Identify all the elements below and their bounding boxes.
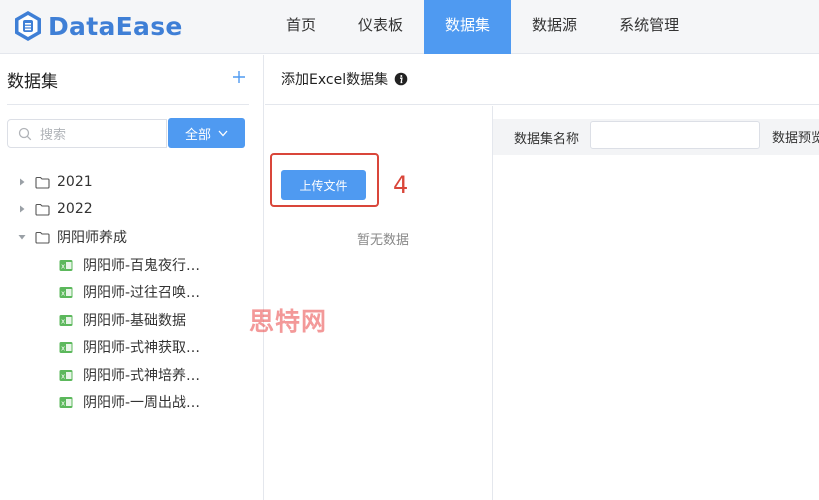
nav-dataset[interactable]: 数据集 [424, 0, 512, 54]
sidebar-title: 数据集 [7, 72, 58, 92]
nav-home[interactable]: 首页 [265, 0, 337, 54]
watermark: 思特网 [249, 307, 328, 336]
excel-file-icon: x [59, 341, 73, 353]
folder-icon [35, 231, 50, 244]
dataset-name-bar: 数据集名称 数据预览 [493, 119, 819, 155]
top-header: DataEase 首页 仪表板 数据集 数据源 系统管理 [0, 0, 819, 54]
dataset-name-label: 数据集名称 [514, 132, 580, 147]
step-number-annotation: 4 [393, 171, 409, 199]
filter-dropdown[interactable]: 全部 [168, 118, 245, 148]
nav-dashboard[interactable]: 仪表板 [337, 0, 424, 54]
tree-dataset-item[interactable]: x 阴阳师-式神培养… [59, 363, 200, 387]
caret-right-icon[interactable] [17, 204, 27, 214]
svg-text:x: x [61, 344, 65, 352]
logo[interactable]: DataEase [12, 6, 183, 46]
search-input[interactable]: 搜索 [7, 119, 167, 148]
svg-text:x: x [61, 399, 65, 407]
tree-item-label: 阴阳师-式神培养… [83, 368, 201, 384]
folder-icon [35, 176, 50, 189]
tree-folder-yinyangshi[interactable]: 阴阳师养成 [17, 225, 127, 249]
dataease-logo-icon [15, 11, 41, 41]
search-placeholder: 搜索 [40, 128, 67, 143]
tree-item-label: 2022 [57, 201, 93, 217]
svg-text:x: x [61, 317, 65, 325]
tree-dataset-item[interactable]: x 阴阳师-百鬼夜行… [59, 253, 200, 277]
excel-file-icon: x [59, 286, 73, 298]
upload-file-button[interactable]: 上传文件 [281, 170, 366, 200]
tree-item-label: 阴阳师养成 [57, 230, 127, 246]
main-nav: 首页 仪表板 数据集 数据源 系统管理 [265, 0, 700, 54]
svg-text:x: x [61, 289, 65, 297]
svg-text:x: x [61, 372, 65, 380]
tree-folder-2021[interactable]: 2021 [17, 170, 93, 194]
excel-file-icon: x [59, 314, 73, 326]
main-panel: 添加Excel数据集 上传文件 4 暂无数据 数据集名称 数据预览 [265, 55, 819, 500]
tree-item-label: 阴阳师-基础数据 [83, 313, 187, 329]
nav-datasource[interactable]: 数据源 [511, 0, 598, 54]
tree-item-label: 2021 [57, 174, 93, 190]
page-title: 添加Excel数据集 [281, 69, 408, 89]
tree-dataset-item[interactable]: x 阴阳师-过往召唤… [59, 280, 200, 304]
tree-item-label: 阴阳师-过往召唤… [83, 285, 201, 301]
tree-item-label: 阴阳师-式神获取… [83, 340, 201, 356]
excel-file-icon: x [59, 369, 73, 381]
brand-name: DataEase [48, 11, 183, 41]
tree-item-label: 阴阳师-百鬼夜行… [83, 258, 201, 274]
page-title-text: 添加Excel数据集 [281, 72, 389, 88]
empty-state-text: 暂无数据 [357, 233, 410, 248]
dataset-sidebar: 数据集 搜索 全部 2021 2022 阴阳师养成 x 阴阳师-百鬼夜行… x … [0, 55, 264, 500]
folder-icon [35, 203, 50, 216]
sidebar-divider [7, 104, 249, 105]
svg-text:x: x [61, 262, 65, 270]
excel-file-icon: x [59, 396, 73, 408]
caret-down-icon[interactable] [17, 232, 27, 242]
nav-system-admin[interactable]: 系统管理 [598, 0, 700, 54]
caret-right-icon[interactable] [17, 177, 27, 187]
main-title-bar: 添加Excel数据集 [265, 55, 819, 105]
dataset-name-input[interactable] [590, 121, 760, 149]
tree-dataset-item[interactable]: x 阴阳师-式神获取… [59, 335, 200, 359]
info-icon[interactable] [394, 72, 408, 86]
excel-file-icon: x [59, 259, 73, 271]
tree-dataset-item[interactable]: x 阴阳师-一周出战… [59, 390, 200, 414]
filter-label: 全部 [184, 127, 211, 143]
tree-dataset-item[interactable]: x 阴阳师-基础数据 [59, 308, 186, 332]
tree-folder-2022[interactable]: 2022 [17, 197, 93, 221]
data-preview-label: 数据预览 [772, 131, 819, 146]
tree-item-label: 阴阳师-一周出战… [83, 395, 201, 411]
search-icon [18, 127, 32, 140]
chevron-down-icon [218, 130, 228, 136]
plus-icon[interactable] [232, 65, 246, 89]
